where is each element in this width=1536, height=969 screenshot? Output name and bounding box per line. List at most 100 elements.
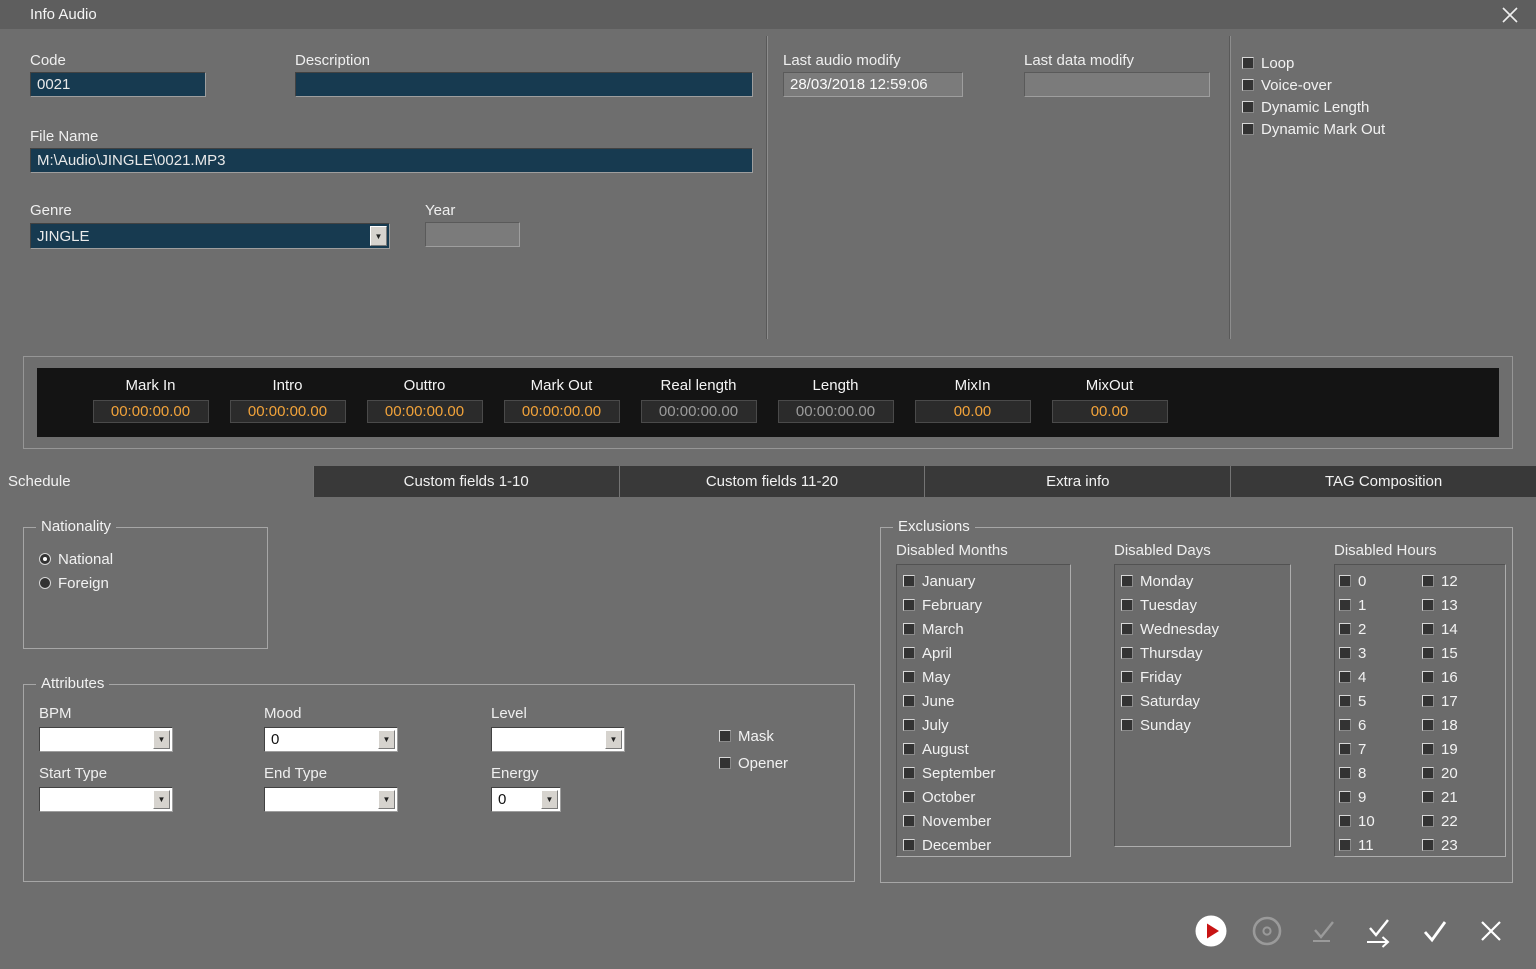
mood-select[interactable]: 0 ▼ xyxy=(264,727,398,752)
hour-checkbox-item[interactable]: 14 xyxy=(1422,617,1505,641)
nationality-radio[interactable]: National xyxy=(39,548,113,570)
month-checkbox-item[interactable]: April xyxy=(903,641,1070,665)
tab[interactable]: Schedule xyxy=(0,466,313,497)
hour-checkbox-item[interactable]: 21 xyxy=(1422,785,1505,809)
chevron-down-icon[interactable]: ▼ xyxy=(370,226,387,246)
hour-checkbox-item[interactable]: 11 xyxy=(1339,833,1422,857)
month-checkbox-item[interactable]: September xyxy=(903,761,1070,785)
month-checkbox-item[interactable]: February xyxy=(903,593,1070,617)
confirm-button[interactable] xyxy=(1412,908,1458,954)
chevron-down-icon[interactable]: ▼ xyxy=(541,790,558,809)
hour-checkbox-item[interactable]: 22 xyxy=(1422,809,1505,833)
flag-checkbox[interactable]: Loop xyxy=(1242,52,1385,74)
month-label: September xyxy=(922,765,995,782)
timing-panel: Mark In 00:00:00.00 Intro 00:00:00.00 Ou… xyxy=(23,356,1513,449)
day-checkbox-item[interactable]: Friday xyxy=(1121,665,1290,689)
hour-checkbox-item[interactable]: 15 xyxy=(1422,641,1505,665)
month-checkbox-item[interactable]: November xyxy=(903,809,1070,833)
hour-checkbox-item[interactable]: 13 xyxy=(1422,593,1505,617)
hour-checkbox-item[interactable]: 10 xyxy=(1339,809,1422,833)
energy-select[interactable]: 0 ▼ xyxy=(491,787,561,812)
month-checkbox-item[interactable]: June xyxy=(903,689,1070,713)
window-close-icon[interactable] xyxy=(1498,3,1522,27)
nationality-radio[interactable]: Foreign xyxy=(39,572,113,594)
tab[interactable]: Extra info xyxy=(924,466,1230,497)
day-checkbox-item[interactable]: Thursday xyxy=(1121,641,1290,665)
start-type-select[interactable]: ▼ xyxy=(39,787,173,812)
timing-value-field[interactable]: 00:00:00.00 xyxy=(641,400,757,423)
chevron-down-icon[interactable]: ▼ xyxy=(378,730,395,749)
tab[interactable]: Custom fields 11-20 xyxy=(619,466,925,497)
chevron-down-icon[interactable]: ▼ xyxy=(378,790,395,809)
hour-checkbox-item[interactable]: 3 xyxy=(1339,641,1422,665)
hour-checkbox-item[interactable]: 1 xyxy=(1339,593,1422,617)
month-checkbox-item[interactable]: December xyxy=(903,833,1070,857)
hour-checkbox-item[interactable]: 5 xyxy=(1339,689,1422,713)
hour-checkbox-item[interactable]: 20 xyxy=(1422,761,1505,785)
bpm-select[interactable]: ▼ xyxy=(39,727,173,752)
hour-checkbox-item[interactable]: 18 xyxy=(1422,713,1505,737)
hour-checkbox-item[interactable]: 0 xyxy=(1339,569,1422,593)
month-checkbox-item[interactable]: August xyxy=(903,737,1070,761)
attribute-checkbox[interactable]: Mask xyxy=(719,725,788,747)
timing-value-field[interactable]: 00:00:00.00 xyxy=(367,400,483,423)
timing-label: Real length xyxy=(661,377,737,394)
hour-checkbox-item[interactable]: 7 xyxy=(1339,737,1422,761)
year-field[interactable] xyxy=(425,222,520,247)
tab[interactable]: TAG Composition xyxy=(1230,466,1536,497)
disabled-hours-listbox[interactable]: 0 1 2 3 4 xyxy=(1334,564,1506,857)
code-input[interactable] xyxy=(30,72,206,97)
tab-label: Extra info xyxy=(1046,473,1109,490)
day-checkbox-item[interactable]: Saturday xyxy=(1121,689,1290,713)
hour-checkbox-item[interactable]: 23 xyxy=(1422,833,1505,857)
hour-checkbox-item[interactable]: 8 xyxy=(1339,761,1422,785)
timing-value-field[interactable]: 00.00 xyxy=(915,400,1031,423)
attribute-checkbox[interactable]: Opener xyxy=(719,752,788,774)
flag-checkbox[interactable]: Dynamic Length xyxy=(1242,96,1385,118)
disabled-months-listbox[interactable]: January February March April May xyxy=(896,564,1071,857)
day-checkbox-item[interactable]: Tuesday xyxy=(1121,593,1290,617)
level-select[interactable]: ▼ xyxy=(491,727,625,752)
month-checkbox-item[interactable]: March xyxy=(903,617,1070,641)
disabled-days-listbox[interactable]: Monday Tuesday Wednesday Thursday Friday xyxy=(1114,564,1291,847)
hour-checkbox-item[interactable]: 4 xyxy=(1339,665,1422,689)
genre-select[interactable]: JINGLE ▼ xyxy=(30,223,390,249)
play-button[interactable] xyxy=(1188,908,1234,954)
end-type-select[interactable]: ▼ xyxy=(264,787,398,812)
file-name-input[interactable] xyxy=(30,148,753,173)
chevron-down-icon[interactable]: ▼ xyxy=(605,730,622,749)
confirm-next-button[interactable] xyxy=(1356,908,1402,954)
day-checkbox-item[interactable]: Monday xyxy=(1121,569,1290,593)
hour-label: 3 xyxy=(1358,645,1366,662)
timing-value-field[interactable]: 00:00:00.00 xyxy=(230,400,346,423)
timing-value-field[interactable]: 00:00:00.00 xyxy=(778,400,894,423)
month-checkbox-item[interactable]: October xyxy=(903,785,1070,809)
apply-disabled-button[interactable] xyxy=(1300,908,1346,954)
timing-value-field[interactable]: 00:00:00.00 xyxy=(93,400,209,423)
timing-value-field[interactable]: 00.00 xyxy=(1052,400,1168,423)
hour-checkbox-item[interactable]: 9 xyxy=(1339,785,1422,809)
hour-checkbox-item[interactable]: 12 xyxy=(1422,569,1505,593)
timing-value-field[interactable]: 00:00:00.00 xyxy=(504,400,620,423)
description-input[interactable] xyxy=(295,72,753,97)
chevron-down-icon[interactable]: ▼ xyxy=(153,790,170,809)
hour-label: 16 xyxy=(1441,669,1458,686)
save-audio-button[interactable] xyxy=(1244,908,1290,954)
month-checkbox-item[interactable]: July xyxy=(903,713,1070,737)
hour-checkbox-item[interactable]: 16 xyxy=(1422,665,1505,689)
chevron-down-icon[interactable]: ▼ xyxy=(153,730,170,749)
month-checkbox-item[interactable]: May xyxy=(903,665,1070,689)
cancel-button[interactable] xyxy=(1468,908,1514,954)
tab[interactable]: Custom fields 1-10 xyxy=(313,466,619,497)
radio-icon xyxy=(39,553,51,565)
hour-checkbox-item[interactable]: 17 xyxy=(1422,689,1505,713)
flag-checkbox[interactable]: Voice-over xyxy=(1242,74,1385,96)
flag-checkbox[interactable]: Dynamic Mark Out xyxy=(1242,118,1385,140)
hour-checkbox-item[interactable]: 6 xyxy=(1339,713,1422,737)
day-checkbox-item[interactable]: Wednesday xyxy=(1121,617,1290,641)
hour-checkbox-item[interactable]: 2 xyxy=(1339,617,1422,641)
day-checkbox-item[interactable]: Sunday xyxy=(1121,713,1290,737)
day-label: Sunday xyxy=(1140,717,1191,734)
hour-checkbox-item[interactable]: 19 xyxy=(1422,737,1505,761)
month-checkbox-item[interactable]: January xyxy=(903,569,1070,593)
